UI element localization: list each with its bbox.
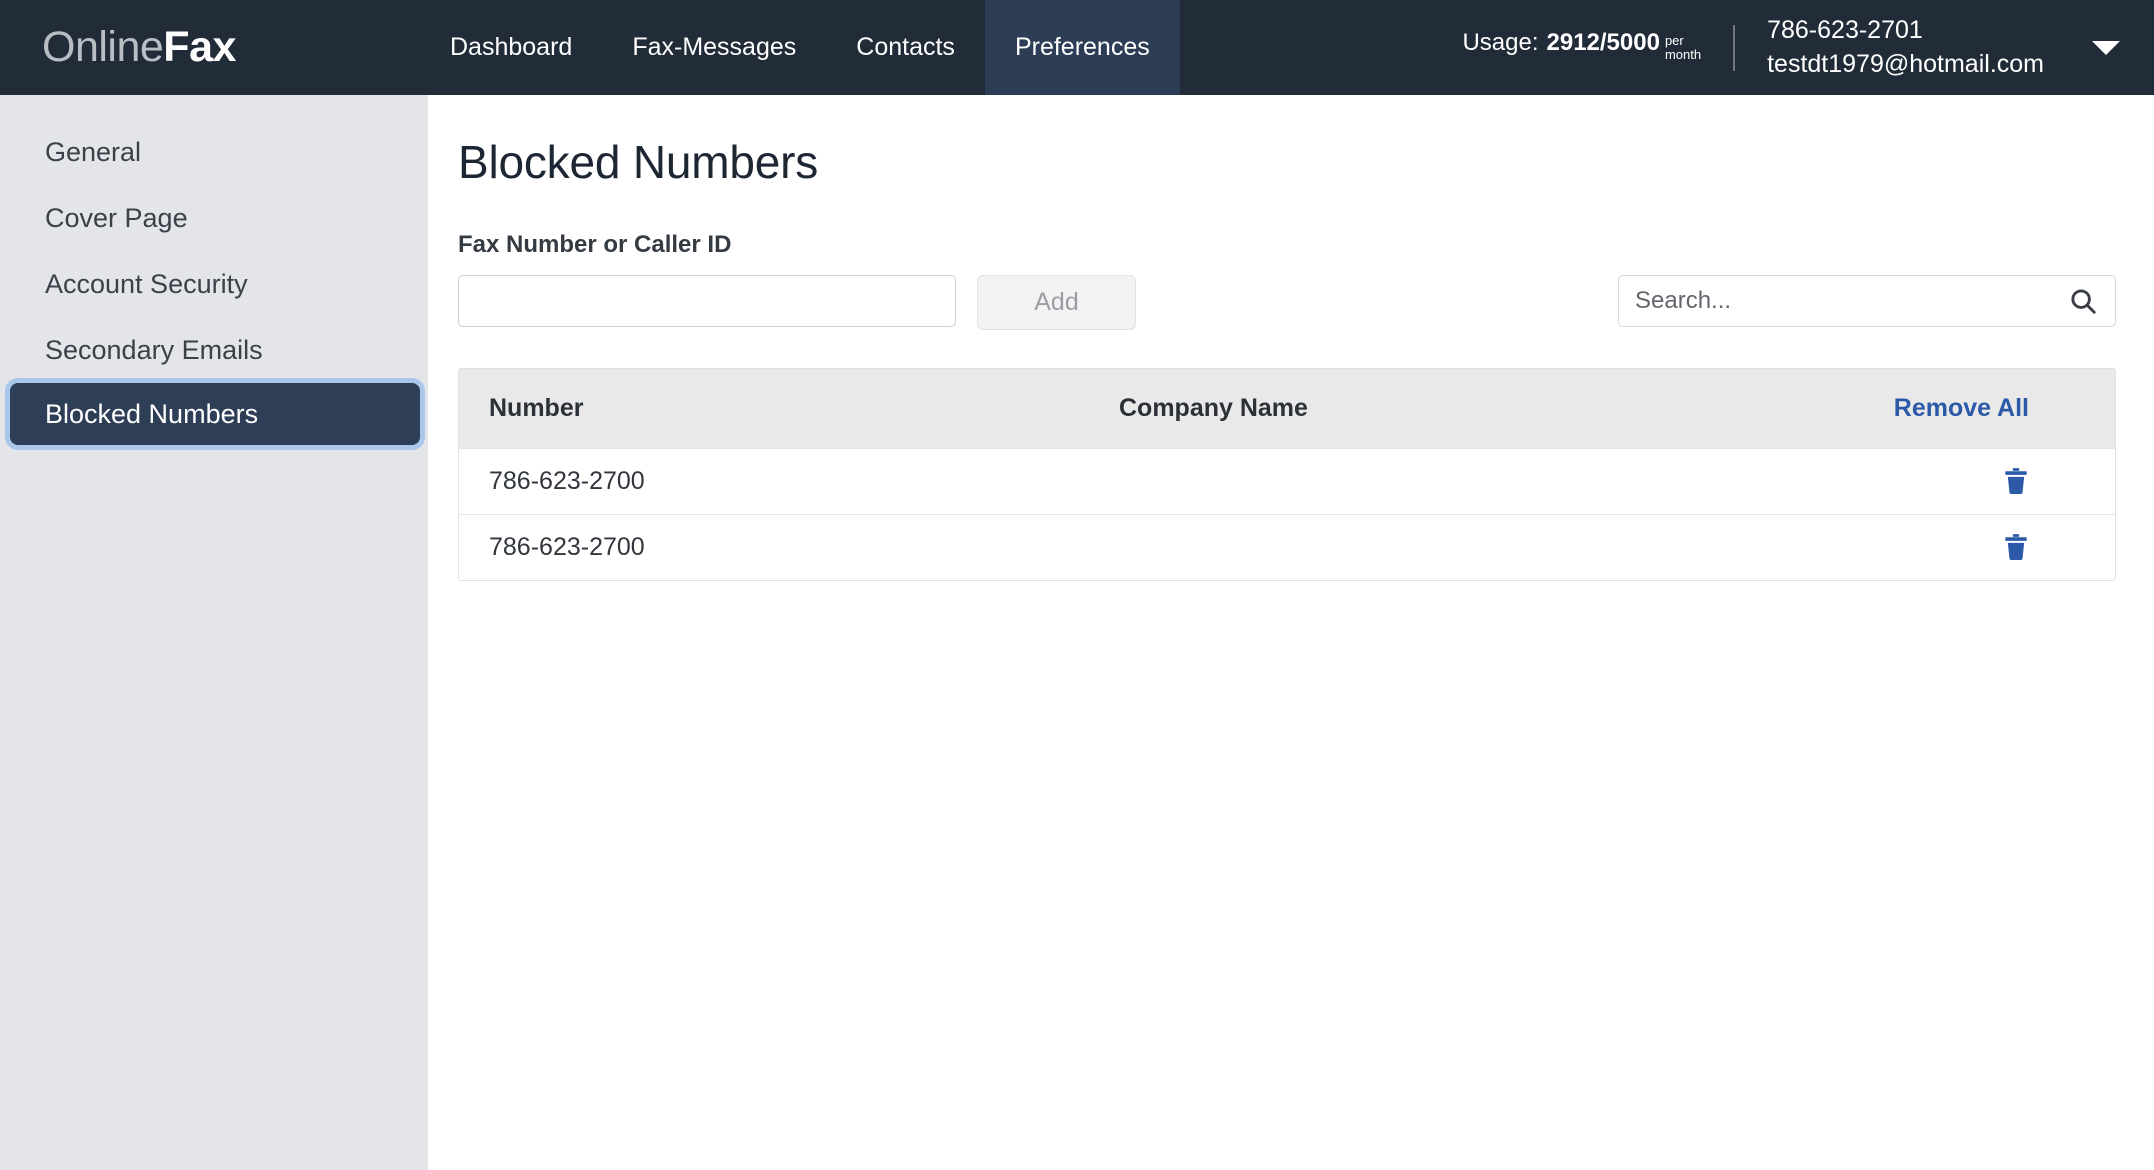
sidebar-item-account-security[interactable]: Account Security [0, 251, 428, 317]
chevron-down-icon [2092, 41, 2120, 55]
page-title: Blocked Numbers [428, 95, 2154, 189]
app-header: OnlineFax Dashboard Fax-Messages Contact… [0, 0, 2154, 95]
sidebar-item-blocked-numbers[interactable]: Blocked Numbers [10, 383, 420, 445]
account-info[interactable]: 786-623-2701 testdt1979@hotmail.com [1767, 14, 2044, 81]
cell-actions [1799, 533, 2115, 563]
delete-row-button[interactable] [2003, 533, 2029, 563]
fax-number-input[interactable] [458, 275, 956, 327]
usage-period-line1: per [1665, 34, 1701, 48]
brand-logo-bold: Fax [163, 23, 236, 72]
column-header-actions: Remove All [1799, 394, 2115, 423]
usage-count: 2912/5000 [1547, 29, 1660, 57]
header-right-group: Usage: 2912/5000 per month 786-623-2701 … [1462, 0, 2154, 95]
preferences-sidebar: General Cover Page Account Security Seco… [0, 95, 428, 1170]
trash-icon [2003, 467, 2029, 497]
table-row: 786-623-2700 [459, 448, 2115, 514]
usage-indicator: Usage: 2912/5000 per month [1462, 29, 1701, 66]
nav-item-dashboard[interactable]: Dashboard [420, 0, 602, 95]
delete-row-button[interactable] [2003, 467, 2029, 497]
brand-logo-light: Online [42, 23, 163, 72]
account-phone: 786-623-2701 [1767, 14, 2044, 47]
table-header-row: Number Company Name Remove All [459, 369, 2115, 448]
header-divider [1733, 25, 1735, 71]
search-input[interactable] [1618, 275, 2116, 327]
search-icon[interactable] [2068, 286, 2098, 316]
add-blocked-number-form: Add [428, 259, 2154, 330]
account-email: testdt1979@hotmail.com [1767, 48, 2044, 81]
cell-number: 786-623-2700 [459, 533, 1119, 562]
sidebar-item-label: Cover Page [45, 203, 188, 234]
column-header-number: Number [459, 394, 1119, 423]
usage-period: per month [1665, 34, 1701, 61]
account-menu-button[interactable] [2092, 41, 2120, 55]
add-button[interactable]: Add [977, 275, 1136, 330]
usage-label: Usage: [1462, 29, 1538, 57]
blocked-numbers-table: Number Company Name Remove All 786-623-2… [458, 368, 2116, 581]
sidebar-item-label: Blocked Numbers [45, 399, 258, 430]
remove-all-link[interactable]: Remove All [1894, 394, 2029, 423]
usage-period-line2: month [1665, 48, 1701, 62]
fax-number-label: Fax Number or Caller ID [428, 189, 2154, 259]
cell-number: 786-623-2700 [459, 467, 1119, 496]
sidebar-item-label: Account Security [45, 269, 248, 300]
column-header-company-name: Company Name [1119, 394, 1799, 423]
sidebar-item-label: General [45, 137, 141, 168]
cell-actions [1799, 467, 2115, 497]
sidebar-item-cover-page[interactable]: Cover Page [0, 185, 428, 251]
brand-logo[interactable]: OnlineFax [0, 0, 420, 95]
trash-icon [2003, 533, 2029, 563]
search-box [1618, 275, 2116, 327]
nav-item-fax-messages[interactable]: Fax-Messages [602, 0, 826, 95]
table-row: 786-623-2700 [459, 514, 2115, 580]
main-navigation: Dashboard Fax-Messages Contacts Preferen… [420, 0, 1180, 95]
nav-item-contacts[interactable]: Contacts [826, 0, 985, 95]
nav-item-preferences[interactable]: Preferences [985, 0, 1180, 95]
sidebar-item-general[interactable]: General [0, 119, 428, 185]
sidebar-item-secondary-emails[interactable]: Secondary Emails [0, 317, 428, 383]
sidebar-item-label: Secondary Emails [45, 335, 263, 366]
main-content: Blocked Numbers Fax Number or Caller ID … [428, 95, 2154, 1170]
